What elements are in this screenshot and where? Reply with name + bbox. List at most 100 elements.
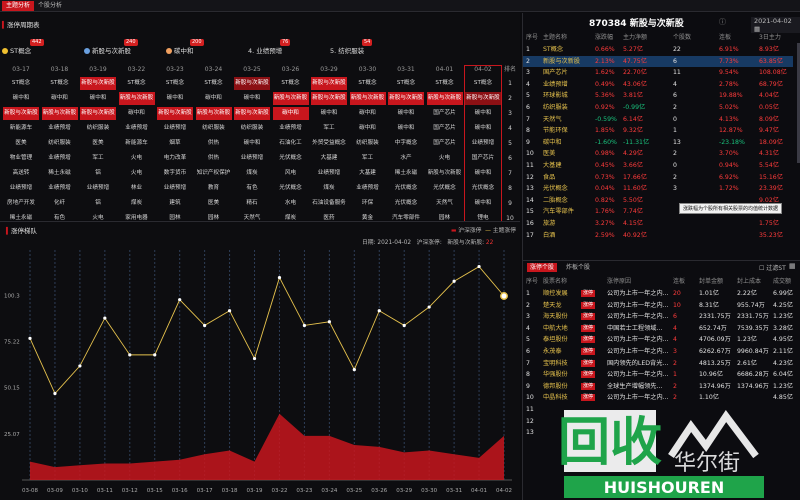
stock-row[interactable]: 10 中晶科技 涨停 公司为上市一年之内... 2 1.10亿 4.85亿 (523, 392, 799, 403)
theme-cell[interactable]: ST概念 (157, 77, 193, 90)
theme-cell[interactable]: 医美 (80, 137, 116, 150)
theme-cell[interactable]: 化纤 (42, 197, 78, 210)
theme-row[interactable]: 12 食品 0.73% 17.66亿 2 6.92% 15.16亿 (523, 172, 793, 183)
data-point[interactable] (252, 356, 257, 361)
tab-stock-analysis[interactable]: 个股分析 (34, 1, 66, 11)
theme-cell[interactable]: 建筑 (157, 197, 193, 210)
theme-cell[interactable]: 碳中和 (388, 107, 424, 120)
theme-row[interactable]: 16 旅游 3.27% 4.15亿 1.75亿 (523, 218, 793, 229)
column-header[interactable]: 涨跌幅 (595, 32, 613, 42)
theme-cell[interactable]: 烟草 (157, 137, 193, 150)
theme-cell[interactable]: 业绩预增 (465, 137, 501, 150)
theme-cell[interactable]: 新股与次新股 (426, 92, 463, 105)
theme-cell[interactable]: 碳中和 (465, 122, 501, 135)
theme-cell[interactable]: 光伏概念 (273, 152, 309, 165)
filter-st-checkbox[interactable]: ☐ 过滤ST (759, 263, 786, 272)
theme-row[interactable]: 3 国产芯片 1.62% 22.70亿 11 9.54% 108.08亿 (523, 67, 793, 78)
theme-cell[interactable]: 外贸受益概念 (311, 137, 347, 150)
stock-row[interactable]: 9 德邦股份 涨停 全球生产增幅领先... 2 1374.96万 1374.96万 1.23亿 (523, 381, 799, 392)
theme-cell[interactable]: 林业 (119, 182, 155, 195)
theme-cell[interactable]: 煤炭 (119, 197, 155, 210)
theme-cell[interactable]: 新能源车 (3, 122, 39, 135)
date-column-header[interactable]: 03-17 (2, 65, 40, 75)
theme-cell[interactable]: 碳中和 (465, 167, 501, 180)
theme-cell[interactable]: 业绩预增 (42, 152, 78, 165)
theme-cell[interactable]: 新股与次新股 (465, 92, 501, 105)
data-point[interactable] (327, 320, 331, 324)
stock-row[interactable]: 2 楚天龙 涨停 公司为上市一年之内... 10 8.31亿 955.74万 4.25亿 (523, 300, 799, 311)
theme-cell[interactable]: 光伏概念 (273, 182, 309, 195)
theme-cell[interactable]: 新股与次新股 (427, 167, 463, 180)
data-point[interactable] (103, 316, 107, 320)
theme-cell[interactable]: 碳中和 (234, 137, 270, 150)
theme-cell[interactable]: 碳中和 (465, 107, 501, 120)
theme-cell[interactable]: 煤炭 (311, 182, 347, 195)
theme-cell[interactable]: 碳中和 (350, 107, 386, 120)
stock-row[interactable]: 1 顺控发展 涨停 公司为上市一年之内... 20 1.01亿 2.22亿 6.99亿 (523, 288, 799, 299)
theme-cell[interactable]: 环保 (350, 197, 386, 210)
theme-cell[interactable]: 纺织服装 (350, 137, 386, 150)
theme-cell[interactable]: 新股与次新股 (195, 107, 232, 120)
theme-cell[interactable]: 碳中和 (272, 107, 309, 120)
theme-cell[interactable]: 碳中和 (119, 107, 155, 120)
theme-cell[interactable]: 新股与次新股 (272, 92, 309, 105)
theme-cell[interactable]: 铝 (80, 197, 116, 210)
theme-row[interactable]: 5 环球影城 5.36% 3.81亿 6 19.88% 4.04亿 (523, 90, 793, 101)
data-point[interactable] (178, 298, 182, 302)
theme-cell[interactable]: 火电 (427, 152, 463, 165)
data-point[interactable] (377, 309, 381, 313)
column-header[interactable]: 连板 (673, 276, 685, 286)
theme-cell[interactable]: 煤炭 (234, 167, 270, 180)
data-point[interactable] (128, 353, 132, 357)
legend-item[interactable]: 5. 纺织服装 54 (330, 39, 373, 55)
column-header[interactable]: 封上成本 (737, 276, 761, 286)
legend-item[interactable]: ST概念 442 (2, 39, 44, 55)
date-column-header[interactable]: 03-18 (41, 65, 79, 75)
theme-row[interactable]: 4 业绩预增 0.49% 43.06亿 4 2.78% 68.79亿 (523, 79, 793, 90)
column-header[interactable]: 序号 (526, 276, 538, 286)
theme-cell[interactable]: 国产芯片 (427, 122, 463, 135)
theme-cell[interactable]: 数字货币 (157, 167, 193, 180)
theme-cell[interactable]: 国产芯片 (427, 137, 463, 150)
theme-cell[interactable]: 碳中和 (350, 122, 386, 135)
theme-cell[interactable]: 军工 (350, 152, 386, 165)
theme-cell[interactable]: 天然气 (427, 197, 463, 210)
theme-cell[interactable]: ST概念 (388, 77, 424, 90)
column-header[interactable]: 涨停原因 (607, 276, 631, 286)
column-header[interactable]: 连板 (719, 32, 731, 42)
theme-cell[interactable]: 新能源车 (119, 137, 155, 150)
data-point[interactable] (277, 276, 282, 280)
theme-cell[interactable]: 业绩预增 (234, 152, 270, 165)
date-column-header[interactable]: 03-25 (233, 65, 271, 75)
theme-cell[interactable]: 碳中和 (388, 122, 424, 135)
data-point[interactable] (53, 391, 57, 396)
theme-cell[interactable]: 纺织服装 (196, 122, 232, 135)
column-header[interactable]: 主题名称 (543, 32, 567, 42)
theme-cell[interactable]: 新股与次新股 (80, 107, 116, 120)
date-column-header[interactable]: 03-31 (387, 65, 425, 75)
theme-cell[interactable]: 火电 (119, 167, 155, 180)
column-header[interactable]: 个股数 (673, 32, 691, 42)
stock-row[interactable]: 8 华强股份 涨停 公司为上市一年之内... 1 10.96亿 6686.28万 6.04亿 (523, 369, 799, 380)
theme-cell[interactable]: 碳中和 (465, 197, 501, 210)
date-column-header[interactable]: 03-26 (272, 65, 310, 75)
theme-cell[interactable]: 碳中和 (234, 92, 270, 105)
data-point[interactable] (352, 368, 356, 372)
theme-cell[interactable]: 纺织服装 (80, 122, 116, 135)
theme-cell[interactable]: 碳中和 (311, 107, 347, 120)
theme-cell[interactable]: 稀土永磁 (388, 167, 424, 180)
theme-cell[interactable]: 碳中和 (3, 92, 39, 105)
theme-cell[interactable]: ST概念 (350, 77, 386, 90)
theme-cell[interactable]: 碳中和 (196, 92, 232, 105)
data-point[interactable] (477, 264, 481, 269)
theme-cell[interactable]: 石油化工 (273, 137, 309, 150)
theme-cell[interactable]: 光伏概念 (465, 182, 501, 195)
column-header[interactable]: 3日主力 (759, 32, 781, 42)
theme-cell[interactable]: 高送转 (3, 167, 39, 180)
theme-cell[interactable]: 纺织服装 (234, 122, 270, 135)
data-point[interactable] (402, 323, 406, 328)
theme-cell[interactable]: 水产 (388, 152, 424, 165)
stock-row[interactable]: 7 宝明科技 涨停 国内领先的LED背光... 2 4813.25万 2.61亿 4.23亿 (523, 358, 799, 369)
data-point[interactable] (78, 364, 82, 368)
date-column-header[interactable]: 03-23 (156, 65, 194, 75)
